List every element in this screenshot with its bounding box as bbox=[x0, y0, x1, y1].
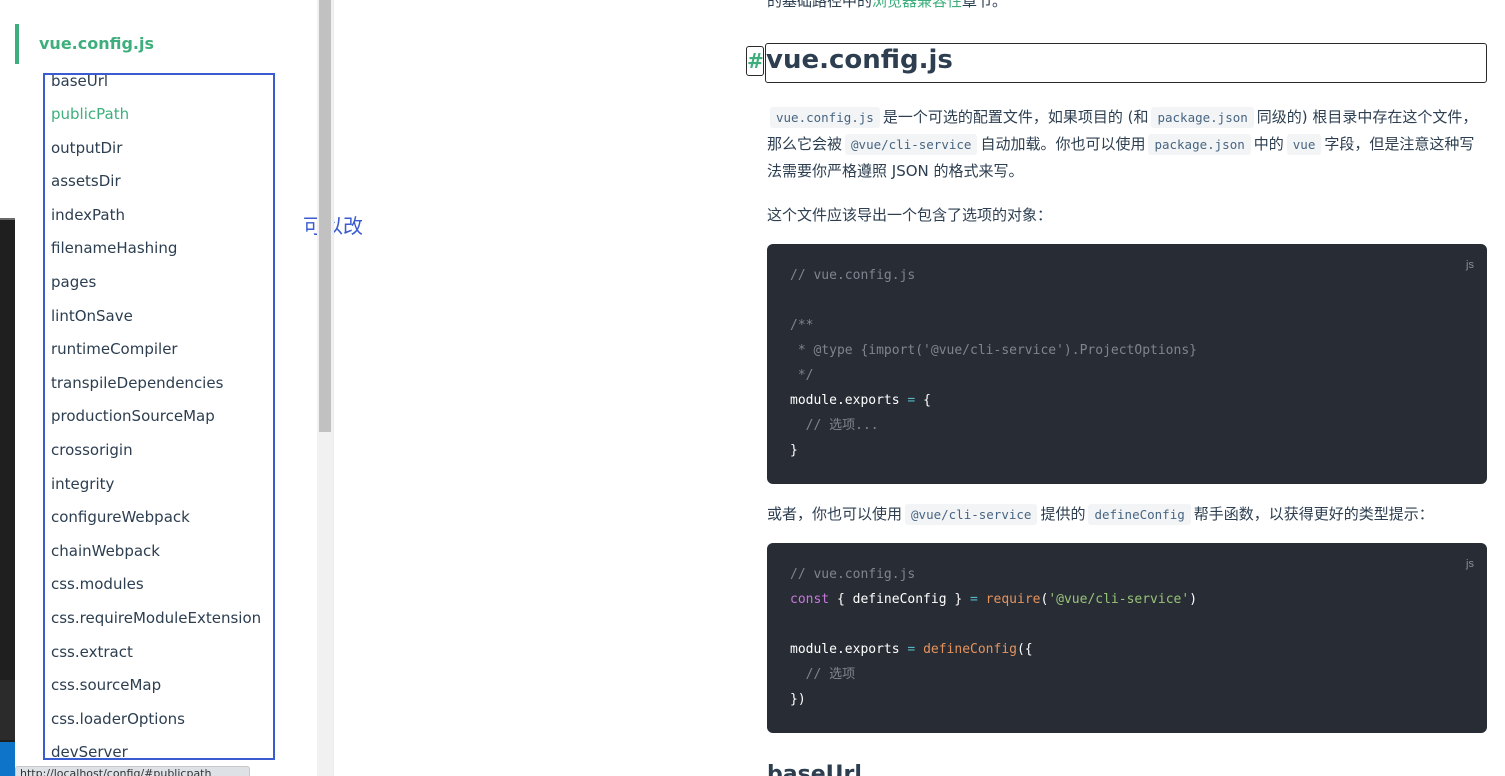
define-config-paragraph: 或者，你也可以使用 @vue/cli-service 提供的 defineConfig… bbox=[767, 501, 1485, 528]
code-token: '@vue/cli-service' bbox=[1048, 592, 1190, 607]
code-block-define-config: js // vue.config.js const { defineConfig… bbox=[767, 543, 1487, 733]
inline-code: package.json bbox=[1151, 107, 1254, 128]
code-line: module.exports = { bbox=[790, 388, 1464, 413]
inline-code: defineConfig bbox=[1088, 504, 1191, 525]
code-line: */ bbox=[790, 368, 814, 383]
next-section-heading: baseUrl bbox=[767, 762, 862, 776]
inline-code: @vue/cli-service bbox=[905, 504, 1038, 525]
code-token: ({ bbox=[1016, 642, 1033, 657]
code-token: { defineConfig } bbox=[829, 592, 971, 607]
header-anchor-link[interactable]: # bbox=[746, 46, 764, 76]
inline-code: vue bbox=[1286, 134, 1322, 155]
code-line: // vue.config.js bbox=[790, 268, 916, 283]
paragraph-text: 帮手函数，以获得更好的类型提示： bbox=[1193, 505, 1434, 523]
code-language-label: js bbox=[1466, 558, 1474, 570]
left-edge-dark-block bbox=[0, 680, 15, 740]
code-line: // vue.config.js bbox=[790, 567, 916, 582]
code-line: * @type {import('@vue/cli-service').Proj… bbox=[790, 343, 1197, 358]
code-line: /** bbox=[790, 318, 814, 333]
code-token: ) bbox=[1189, 592, 1198, 607]
code-token: defineConfig bbox=[923, 642, 1017, 657]
paragraph-text: 或者，你也可以使用 bbox=[767, 505, 903, 523]
sidebar-scrollbar-thumb[interactable] bbox=[319, 0, 331, 432]
code-token: module.exports bbox=[790, 642, 900, 657]
fragment-suffix: 章节。 bbox=[962, 0, 1008, 10]
code-language-label: js bbox=[1466, 259, 1474, 271]
code-block-options: js // vue.config.js /** * @type {import(… bbox=[767, 244, 1487, 484]
fragment-text: 的基础路径中的 bbox=[767, 0, 873, 10]
status-bar-url: http://localhost/config/#publicpath bbox=[15, 766, 250, 776]
paragraph-text: 自动加载。你也可以使用 bbox=[980, 135, 1146, 153]
code-line: const { defineConfig } = require('@vue/c… bbox=[790, 587, 1464, 612]
page-root: vue.config.js baseUrl publicPath outputDir… bbox=[0, 0, 1505, 776]
export-paragraph: 这个文件应该导出一个包含了选项的对象： bbox=[767, 206, 1053, 224]
code-line: } bbox=[790, 443, 798, 458]
paragraph-text: 是一个可选的配置文件，如果项目的 (和 bbox=[882, 108, 1149, 126]
code-token: const bbox=[790, 592, 830, 607]
previous-paragraph-fragment: 的基础路径中的浏览器兼容性章节。 bbox=[767, 0, 1007, 11]
intro-paragraph: vue.config.js 是一个可选的配置文件，如果项目的 (和 package.… bbox=[767, 104, 1485, 185]
code-token: = bbox=[899, 393, 924, 408]
section-heading: vue.config.js bbox=[766, 45, 953, 75]
code-token: { bbox=[923, 393, 931, 408]
code-line: module.exports = defineConfig({ bbox=[790, 637, 1464, 662]
annotation-box bbox=[43, 73, 275, 760]
left-edge-status-block bbox=[0, 742, 15, 776]
code-line: // 选项... bbox=[790, 418, 879, 433]
sidebar-group-title[interactable]: vue.config.js bbox=[39, 34, 154, 53]
paragraph-text: 中的 bbox=[1253, 135, 1284, 153]
browser-compat-link[interactable]: 浏览器兼容性 bbox=[872, 0, 962, 10]
code-token: require bbox=[977, 592, 1041, 607]
code-token: module.exports bbox=[790, 393, 900, 408]
code-line: }) bbox=[790, 692, 806, 707]
sidebar-divider bbox=[333, 0, 334, 776]
paragraph-text: 提供的 bbox=[1040, 505, 1086, 523]
code-token: = bbox=[899, 642, 924, 657]
inline-code: vue.config.js bbox=[770, 107, 880, 128]
code-line: // 选项 bbox=[790, 667, 856, 682]
inline-code: package.json bbox=[1148, 134, 1251, 155]
code-token: = bbox=[970, 592, 978, 607]
sidebar-group-vue-config[interactable]: vue.config.js bbox=[15, 24, 305, 64]
inline-code: @vue/cli-service bbox=[845, 134, 978, 155]
